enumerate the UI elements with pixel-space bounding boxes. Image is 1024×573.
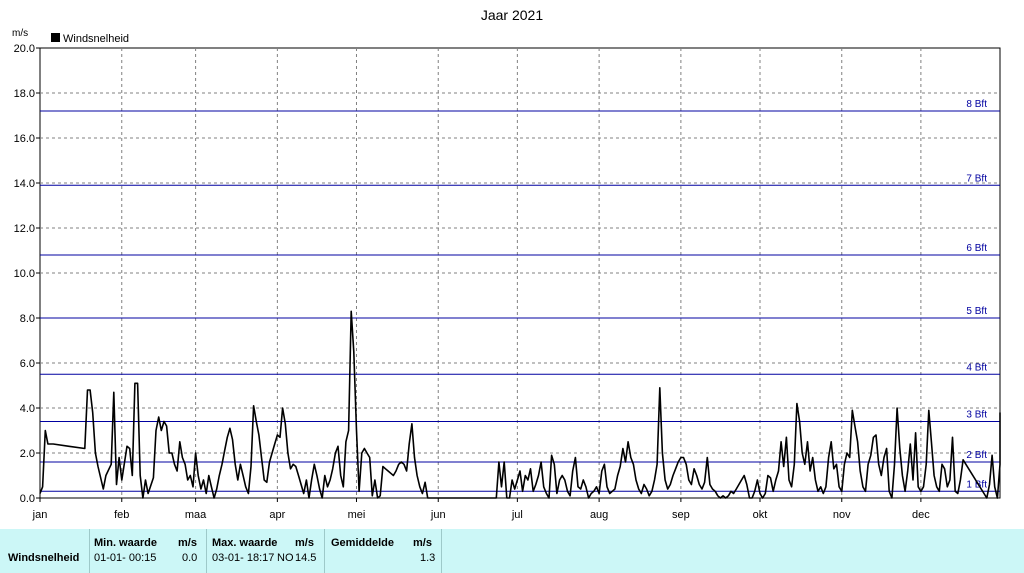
- column-divider: [441, 529, 442, 573]
- min-unit: m/s: [178, 537, 197, 549]
- y-axis-unit: m/s: [12, 28, 28, 39]
- beaufort-label: 3 Bft: [966, 410, 987, 421]
- max-value: 14.5: [295, 552, 317, 564]
- y-tick-label: 18.0: [14, 88, 35, 100]
- x-tick-label: jan: [32, 509, 48, 521]
- avg-header: Gemiddelde: [331, 537, 394, 549]
- y-tick-label: 20.0: [14, 43, 35, 55]
- min-header: Min. waarde: [94, 537, 157, 549]
- min-datetime: 01-01- 00:15: [94, 552, 157, 564]
- beaufort-label: 6 Bft: [966, 243, 987, 254]
- y-axis-ticks: 0.0 2.0 4.0 6.0 8.0 10.0 12.0 14.0 16.0 18.0 20.0: [14, 43, 40, 505]
- min-value: 0.0: [182, 552, 198, 564]
- y-tick-label: 10.0: [14, 268, 35, 280]
- beaufort-label: 4 Bft: [966, 362, 987, 373]
- y-tick-label: 16.0: [14, 133, 35, 145]
- x-tick-label: nov: [833, 509, 851, 521]
- beaufort-label: 2 Bft: [966, 450, 987, 461]
- wind-speed-chart: Jaar 2021 m/s Windsnelheid 1 Bft2 Bft3 B…: [12, 7, 1001, 521]
- x-tick-label: sep: [672, 509, 690, 521]
- column-divider: [324, 529, 325, 573]
- x-tick-label: apr: [269, 509, 285, 521]
- legend-label: Windsnelheid: [63, 33, 129, 45]
- column-divider: [89, 529, 90, 573]
- max-direction: NO: [277, 552, 294, 564]
- y-tick-label: 0.0: [20, 493, 35, 505]
- x-tick-label: dec: [912, 509, 930, 521]
- y-tick-label: 14.0: [14, 178, 35, 190]
- y-tick-label: 2.0: [20, 448, 35, 460]
- x-tick-label: feb: [114, 509, 129, 521]
- max-datetime: 03-01- 18:17: [212, 552, 275, 564]
- beaufort-label: 8 Bft: [966, 99, 987, 110]
- x-tick-label: mei: [348, 509, 366, 521]
- x-tick-label: okt: [753, 509, 768, 521]
- max-header: Max. waarde: [212, 537, 278, 549]
- legend-swatch: [51, 33, 60, 42]
- row-label: Windsnelheid: [8, 552, 80, 564]
- y-tick-label: 4.0: [20, 403, 35, 415]
- x-tick-label: maa: [185, 509, 207, 521]
- beaufort-label: 5 Bft: [966, 306, 987, 317]
- beaufort-label: 7 Bft: [966, 173, 987, 184]
- statistics-panel: Min. waarde m/s Max. waarde m/s Gemiddel…: [0, 529, 1024, 573]
- y-tick-label: 8.0: [20, 313, 35, 325]
- y-tick-label: 6.0: [20, 358, 35, 370]
- max-unit: m/s: [295, 537, 314, 549]
- y-tick-label: 12.0: [14, 223, 35, 235]
- avg-unit: m/s: [413, 537, 432, 549]
- x-tick-label: jun: [430, 509, 446, 521]
- x-tick-label: aug: [590, 509, 608, 521]
- avg-value: 1.3: [420, 552, 436, 564]
- column-divider: [206, 529, 207, 573]
- chart-title: Jaar 2021: [481, 7, 543, 23]
- x-tick-label: jul: [511, 509, 523, 521]
- x-axis-ticks: jan feb maa apr mei jun jul aug sep okt nov dec: [32, 498, 930, 521]
